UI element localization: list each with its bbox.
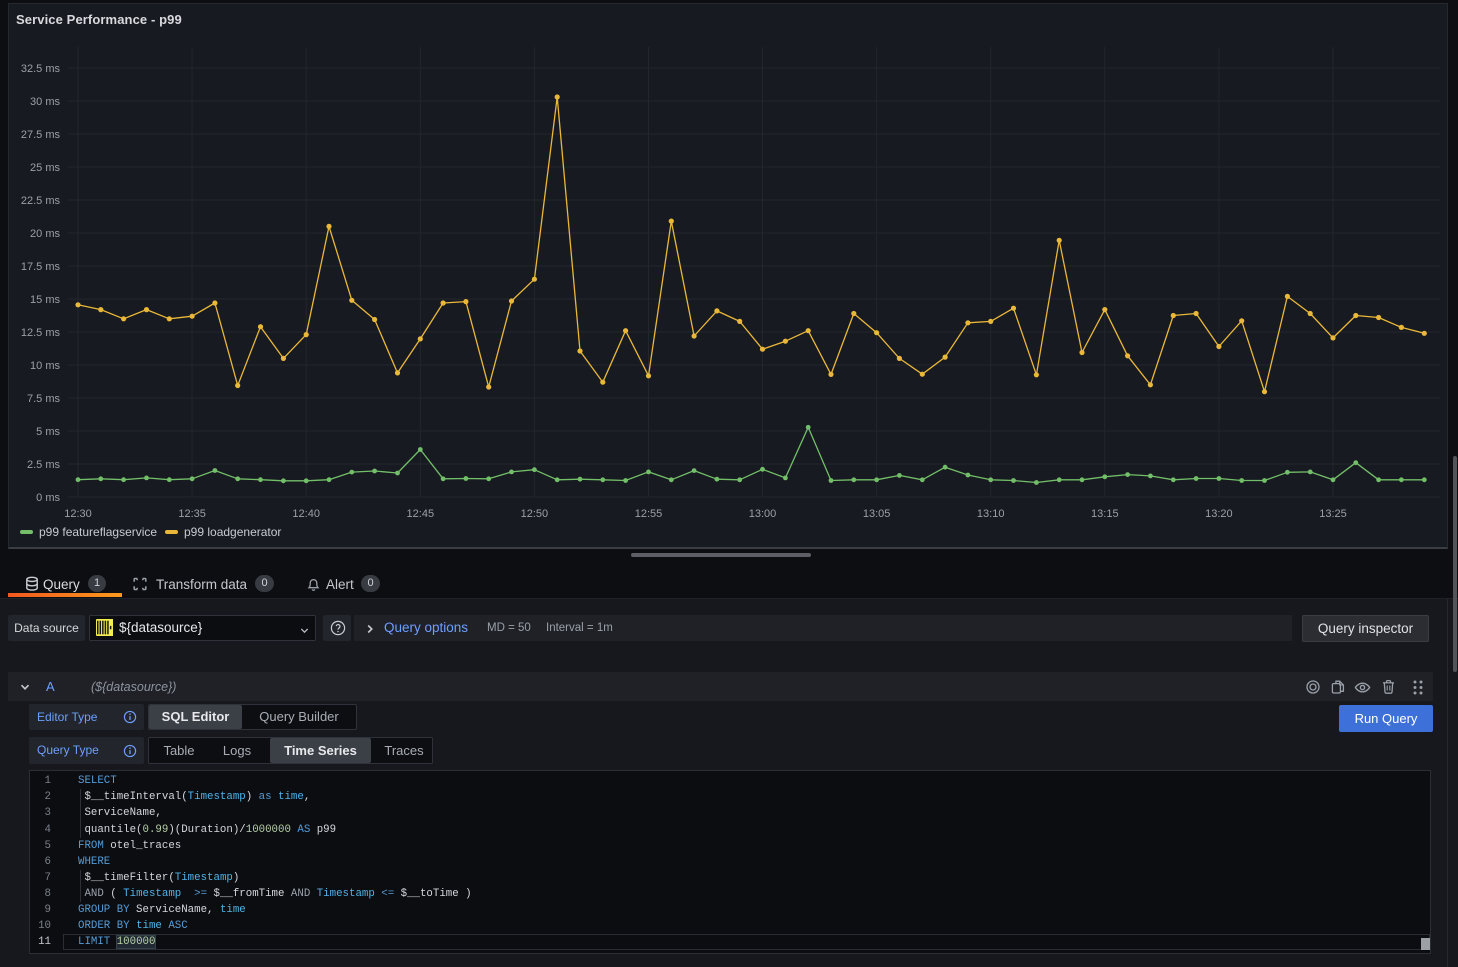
svg-text:20 ms: 20 ms — [30, 228, 60, 240]
svg-text:22.5 ms: 22.5 ms — [21, 195, 61, 207]
svg-text:12:45: 12:45 — [407, 508, 435, 520]
svg-text:13:05: 13:05 — [863, 508, 891, 520]
svg-text:10 ms: 10 ms — [30, 360, 60, 372]
svg-text:12:50: 12:50 — [521, 508, 549, 520]
svg-text:7.5 ms: 7.5 ms — [27, 393, 61, 405]
svg-text:0 ms: 0 ms — [36, 492, 60, 504]
svg-text:12:35: 12:35 — [178, 508, 206, 520]
svg-text:13:15: 13:15 — [1091, 508, 1119, 520]
svg-text:12:55: 12:55 — [635, 508, 663, 520]
svg-text:17.5 ms: 17.5 ms — [21, 261, 61, 273]
svg-text:13:20: 13:20 — [1205, 508, 1233, 520]
svg-text:2.5 ms: 2.5 ms — [27, 459, 61, 471]
svg-text:32.5 ms: 32.5 ms — [21, 63, 61, 75]
svg-text:27.5 ms: 27.5 ms — [21, 129, 61, 141]
svg-text:12:40: 12:40 — [292, 508, 320, 520]
svg-text:13:10: 13:10 — [977, 508, 1005, 520]
svg-text:5 ms: 5 ms — [36, 426, 60, 438]
svg-text:13:00: 13:00 — [749, 508, 777, 520]
svg-text:30 ms: 30 ms — [30, 96, 60, 108]
svg-text:12.5 ms: 12.5 ms — [21, 327, 61, 339]
svg-text:15 ms: 15 ms — [30, 294, 60, 306]
svg-text:12:30: 12:30 — [64, 508, 92, 520]
svg-text:25 ms: 25 ms — [30, 162, 60, 174]
svg-text:13:25: 13:25 — [1319, 508, 1347, 520]
